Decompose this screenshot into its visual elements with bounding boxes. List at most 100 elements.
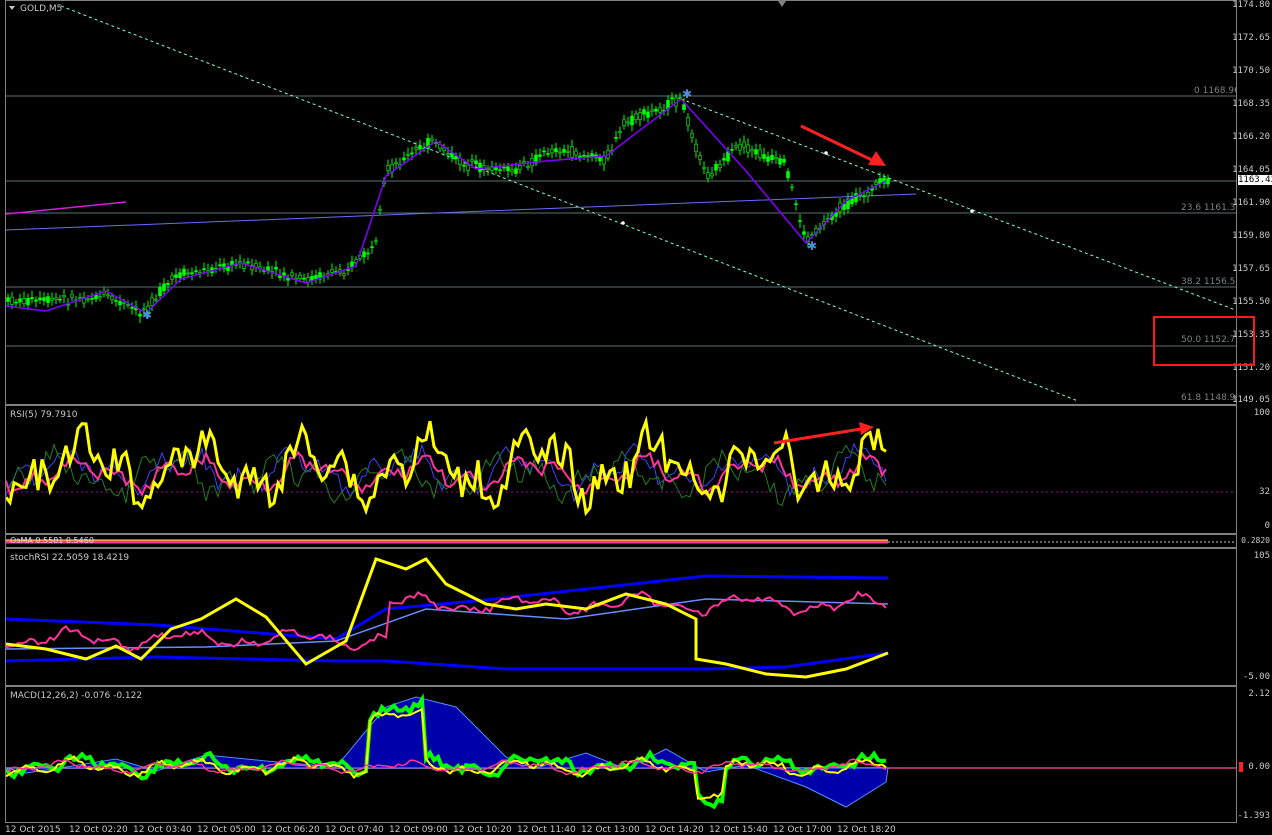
- chart-title: GOLD,M5: [20, 4, 63, 14]
- price-tick: 1168.35: [1232, 99, 1270, 109]
- candle-body: [582, 155, 586, 157]
- rsi-label: RSI(5) 79.7910: [10, 410, 78, 420]
- stoch-signal-line: [6, 590, 887, 653]
- price-tick: 1159.80: [1232, 231, 1270, 241]
- top-marker-icon: [778, 1, 786, 7]
- price-tick: 1166.20: [1232, 132, 1270, 142]
- candle-body: [246, 261, 250, 264]
- candle-body: [730, 149, 734, 151]
- candle-body: [578, 155, 582, 158]
- price-tick: 1164.05: [1232, 165, 1270, 175]
- time-tick: 12 Oct 13:00: [581, 825, 640, 835]
- candle-body: [70, 293, 74, 298]
- fib-label-61-8: 61.8 1148.91: [1181, 393, 1237, 403]
- candle-body: [446, 153, 450, 156]
- time-tick: 12 Oct 02:20: [69, 825, 128, 835]
- candle-body: [630, 115, 634, 126]
- osma-pane[interactable]: OsMA 0.5581 0.5460: [5, 534, 1237, 548]
- price-tick: 1157.65: [1232, 264, 1270, 274]
- candle-body: [298, 274, 302, 280]
- time-tick: 12 Oct 2015: [5, 825, 61, 835]
- macd-axis: 2.12 0.00 -1.393: [1237, 686, 1272, 823]
- candle-body: [694, 143, 698, 152]
- macd-chart: [6, 693, 1236, 810]
- macd-tick: 2.12: [1248, 689, 1270, 699]
- candle-body: [122, 302, 126, 304]
- zigzag-line: [6, 97, 887, 314]
- candle-body: [766, 156, 770, 162]
- osma-label: OsMA 0.5581 0.5460: [10, 536, 94, 545]
- channel-point: [621, 221, 625, 225]
- candle-body: [734, 145, 738, 148]
- macd-zero-marker: [1239, 762, 1243, 772]
- candle-body: [166, 283, 170, 285]
- candle-body: [682, 104, 686, 110]
- rsi-chart: [6, 415, 1236, 517]
- candle-body: [470, 159, 474, 162]
- candle-body: [162, 283, 166, 292]
- candle-body: [886, 178, 890, 185]
- candle-body: [418, 145, 422, 150]
- main-chart-pane[interactable]: ✱ ✱ ✱ GOLD,M5 0 1168.96 23.6 1161.30 38.2 …: [5, 0, 1237, 405]
- price-tick: 1161.90: [1232, 198, 1270, 208]
- candle-body: [702, 167, 706, 169]
- time-axis: 12 Oct 2015 12 Oct 02:20 12 Oct 03:40 12…: [0, 823, 1272, 835]
- candle-body: [570, 146, 574, 158]
- candle-body: [266, 266, 270, 272]
- fractal-marker: ✱: [807, 239, 817, 253]
- stochrsi-chart: [6, 557, 889, 679]
- candle-body: [750, 149, 754, 152]
- channel-point: [824, 151, 828, 155]
- candle-body: [738, 144, 742, 151]
- candle-body: [462, 164, 466, 167]
- candle-body: [486, 168, 490, 171]
- macd-label: MACD(12,26,2) -0.076 -0.122: [10, 691, 143, 701]
- current-price-tag: 1163.43: [1238, 175, 1272, 185]
- candle-body: [10, 296, 14, 305]
- candle-body: [654, 108, 658, 112]
- time-tick: 12 Oct 14:20: [645, 825, 704, 835]
- rsi-pane[interactable]: RSI(5) 79.7910: [5, 405, 1237, 534]
- macd-pane[interactable]: MACD(12,26,2) -0.076 -0.122: [5, 686, 1237, 823]
- candle-body: [698, 155, 702, 160]
- candle-body: [14, 301, 18, 304]
- candle-body: [362, 251, 366, 258]
- candle-body: [314, 275, 318, 280]
- candle-body: [378, 208, 382, 211]
- price-tick: 1174.80: [1232, 0, 1270, 10]
- stochrsi-pane[interactable]: stochRSI 22.5059 18.4219: [5, 548, 1237, 686]
- osma-tick: 0.2820: [1241, 536, 1270, 545]
- candle-body: [546, 153, 550, 155]
- price-tick: 1149.05: [1232, 395, 1270, 405]
- candle-body: [794, 203, 798, 205]
- candle-body: [114, 300, 118, 302]
- candle-body: [646, 111, 650, 118]
- candle-body: [802, 231, 806, 235]
- stochrsi-label: stochRSI 22.5059 18.4219: [10, 553, 130, 563]
- macd-histogram: [6, 696, 889, 808]
- candle-body: [434, 142, 438, 144]
- candle-body: [106, 294, 110, 297]
- candle-body: [290, 272, 294, 276]
- candle-body: [414, 147, 418, 150]
- candle-body: [514, 168, 518, 174]
- candle-body: [554, 148, 558, 153]
- time-tick: 12 Oct 09:00: [389, 825, 448, 835]
- candle-body: [178, 272, 182, 279]
- stochrsi-axis: 105 -5.00: [1237, 548, 1272, 686]
- candle-body: [150, 297, 154, 306]
- osma-chart: [6, 539, 1236, 544]
- candle-body: [46, 296, 50, 303]
- candle-body: [118, 301, 122, 306]
- candle-body: [746, 144, 750, 153]
- candle-body: [442, 147, 446, 152]
- price-tick: 1170.50: [1232, 66, 1270, 76]
- collapse-icon[interactable]: [9, 6, 15, 10]
- candle-body: [194, 270, 198, 272]
- candle-body: [342, 273, 346, 276]
- price-tick: 1155.50: [1232, 297, 1270, 307]
- candle-body: [430, 138, 434, 141]
- candle-body: [522, 161, 526, 163]
- candle-body: [558, 151, 562, 154]
- stoch-band-lower: [6, 651, 889, 671]
